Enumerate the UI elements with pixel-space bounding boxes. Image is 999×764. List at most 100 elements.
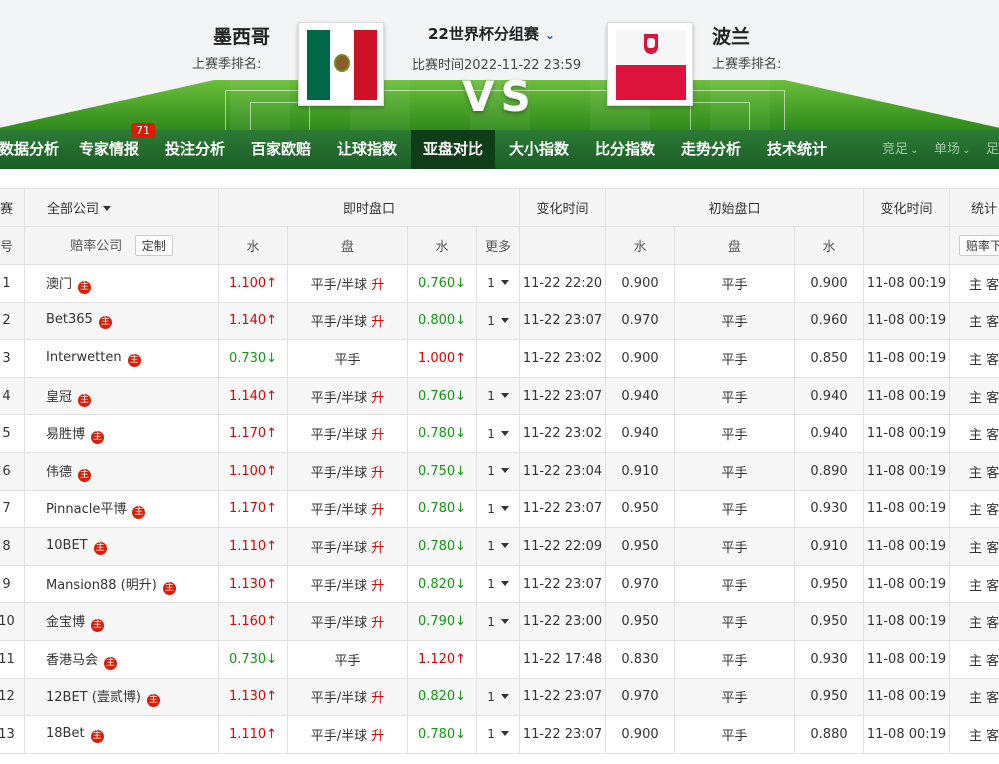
company-cell[interactable]: 伟德主	[24, 451, 219, 491]
stats-links[interactable]: 主 客	[949, 564, 999, 604]
competition-selector[interactable]: 22世界杯分组赛 ⌄	[428, 23, 555, 44]
live-handicap[interactable]: 平手/半球升	[287, 677, 408, 717]
company-cell[interactable]: 易胜博主	[24, 414, 219, 453]
stats-links[interactable]: 主 客	[949, 301, 999, 341]
stats-links[interactable]: 主 客	[949, 264, 999, 303]
live-handicap[interactable]: 平手/半球升	[287, 301, 408, 341]
company-cell[interactable]: 金宝博主	[24, 602, 219, 641]
company-cell[interactable]: 香港马会主	[24, 639, 219, 679]
company-name[interactable]: Bet365	[46, 312, 93, 327]
stats-links[interactable]: 主 客	[949, 376, 999, 416]
tab-euro-odds[interactable]: 百家欧赔	[239, 130, 323, 169]
company-cell[interactable]: Interwetten 主	[24, 339, 219, 378]
live-away-water[interactable]: 0.780↓	[407, 715, 477, 754]
live-home-water[interactable]: 1.100↑	[218, 264, 288, 303]
tab-tech-stats[interactable]: 技术统计	[755, 130, 839, 169]
live-home-water[interactable]: 1.110↑	[218, 527, 288, 566]
company-cell[interactable]: 12BET (壹贰博) 主	[24, 677, 219, 717]
danchang-dropdown[interactable]: 单场 ⌄	[934, 130, 970, 169]
more-dropdown[interactable]: 1	[487, 615, 509, 629]
company-cell[interactable]: 皇冠主	[24, 376, 219, 416]
company-name[interactable]: Pinnacle平博	[46, 502, 126, 517]
live-handicap[interactable]: 平手/半球升	[287, 451, 408, 491]
table-row[interactable]: 6 伟德主 1.100↑ 平手/半球升 0.750↓ 1 11-22 23:04 0.910 平…	[0, 451, 999, 491]
live-handicap[interactable]: 平手/半球升	[287, 414, 408, 453]
stats-links[interactable]: 主 客	[949, 639, 999, 679]
live-handicap[interactable]: 平手	[287, 639, 408, 679]
table-row[interactable]: 3 Interwetten 主 0.730↓ 平手 1.000↑ 11-22 23:02 0.…	[0, 339, 999, 378]
live-away-water[interactable]: 0.820↓	[407, 677, 477, 717]
more-dropdown[interactable]: 1	[487, 727, 509, 741]
stats-links[interactable]: 主 客	[949, 489, 999, 529]
live-away-water[interactable]: 0.760↓	[407, 376, 477, 416]
stats-links[interactable]: 主 客	[949, 414, 999, 453]
tab-betting-analysis[interactable]: 投注分析	[153, 130, 237, 169]
stats-links[interactable]: 主 客	[949, 602, 999, 641]
live-handicap[interactable]: 平手/半球升	[287, 564, 408, 604]
live-handicap[interactable]: 平手/半球升	[287, 602, 408, 641]
live-handicap[interactable]: 平手	[287, 339, 408, 378]
company-name[interactable]: 伟德	[46, 465, 72, 480]
company-cell[interactable]: 10BET 主	[24, 527, 219, 566]
more-dropdown[interactable]: 1	[487, 539, 509, 553]
live-away-water[interactable]: 0.750↓	[407, 451, 477, 491]
live-away-water[interactable]: 0.780↓	[407, 489, 477, 529]
stats-links[interactable]: 主 客	[949, 527, 999, 566]
live-handicap[interactable]: 平手/半球升	[287, 527, 408, 566]
company-name[interactable]: 易胜博	[46, 427, 85, 442]
table-row[interactable]: 7 Pinnacle平博主 1.170↑ 平手/半球升 0.780↓ 1 11-22 23:…	[0, 489, 999, 529]
live-handicap[interactable]: 平手/半球升	[287, 715, 408, 754]
company-cell[interactable]: Mansion88 (明升) 主	[24, 564, 219, 604]
tab-handicap-index[interactable]: 让球指数	[325, 130, 409, 169]
stats-links[interactable]: 主 客	[949, 677, 999, 717]
stats-links[interactable]: 主 客	[949, 715, 999, 754]
more-dropdown[interactable]: 1	[487, 690, 509, 704]
live-home-water[interactable]: 1.130↑	[218, 564, 288, 604]
football-dropdown[interactable]: 足	[986, 130, 999, 169]
more-dropdown[interactable]: 1	[487, 464, 509, 478]
live-home-water[interactable]: 1.140↑	[218, 301, 288, 341]
table-row[interactable]: 1318Bet主1.110↑平手/半球升0.780↓111-22 23:070.…	[0, 715, 999, 754]
live-home-water[interactable]: 0.730↓	[218, 639, 288, 679]
live-home-water[interactable]: 1.100↑	[218, 451, 288, 491]
more-dropdown[interactable]: 1	[487, 314, 509, 328]
company-name[interactable]: 香港马会	[46, 653, 98, 668]
more-dropdown[interactable]: 1	[487, 276, 509, 290]
live-handicap[interactable]: 平手/半球升	[287, 489, 408, 529]
live-home-water[interactable]: 1.160↑	[218, 602, 288, 641]
live-away-water[interactable]: 0.820↓	[407, 564, 477, 604]
company-cell[interactable]: Bet365 主	[24, 301, 219, 341]
more-dropdown[interactable]: 1	[487, 427, 509, 441]
customize-button[interactable]: 定制	[134, 235, 173, 256]
company-cell[interactable]: 澳门主	[24, 264, 219, 303]
company-cell[interactable]: 18Bet 主	[24, 715, 219, 754]
stats-links[interactable]: 主 客	[949, 451, 999, 491]
live-handicap[interactable]: 平手/半球升	[287, 376, 408, 416]
company-name[interactable]: 皇冠	[46, 390, 72, 405]
live-home-water[interactable]: 1.140↑	[218, 376, 288, 416]
live-home-water[interactable]: 0.730↓	[218, 339, 288, 378]
live-away-water[interactable]: 0.790↓	[407, 602, 477, 641]
table-row[interactable]: 1 澳门主 1.100↑ 平手/半球升 0.760↓ 1 11-22 22:20 0.900 平…	[0, 264, 999, 303]
live-away-water[interactable]: 0.780↓	[407, 527, 477, 566]
more-dropdown[interactable]: 1	[487, 502, 509, 516]
stats-links[interactable]: 主 客	[949, 339, 999, 378]
company-filter-dropdown[interactable]: 全部公司	[24, 188, 219, 227]
live-home-water[interactable]: 1.170↑	[218, 414, 288, 453]
live-home-water[interactable]: 1.130↑	[218, 677, 288, 717]
live-away-water[interactable]: 0.800↓	[407, 301, 477, 341]
company-name[interactable]: 金宝博	[46, 615, 85, 630]
table-row[interactable]: 9 Mansion88 (明升) 主 1.130↑ 平手/半球升 0.820↓ 1 11-22…	[0, 564, 999, 604]
live-away-water[interactable]: 0.760↓	[407, 264, 477, 303]
company-name[interactable]: Mansion88 (明升)	[46, 578, 157, 593]
live-away-water[interactable]: 1.120↑	[407, 639, 477, 679]
jingzu-dropdown[interactable]: 竞足 ⌄	[882, 130, 918, 169]
tab-data-analysis[interactable]: 数据分析	[0, 130, 71, 169]
company-name[interactable]: 12BET (壹贰博)	[46, 690, 141, 705]
table-row[interactable]: 2 Bet365 主 1.140↑ 平手/半球升 0.800↓ 1 11-22 23:07 0.…	[0, 301, 999, 341]
live-away-water[interactable]: 0.780↓	[407, 414, 477, 453]
live-handicap[interactable]: 平手/半球升	[287, 264, 408, 303]
table-row[interactable]: 1212BET (壹贰博)主1.130↑平手/半球升0.820↓111-22 2…	[0, 677, 999, 717]
table-row[interactable]: 11香港马会主0.730↓平手1.120↑11-22 17:480.830平手0…	[0, 639, 999, 679]
tab-over-under-index[interactable]: 大小指数	[497, 130, 581, 169]
